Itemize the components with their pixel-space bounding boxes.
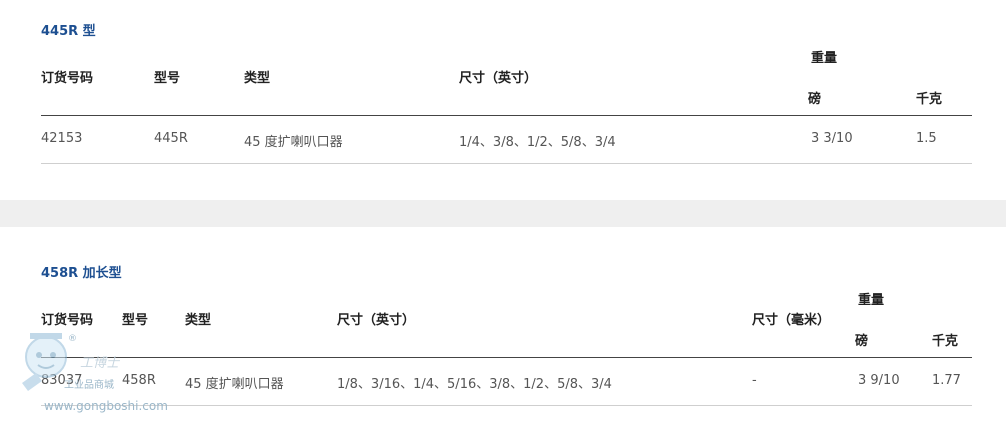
s2-cell-size-mm: - (752, 373, 757, 388)
section-separator (0, 200, 1006, 227)
s2-header-lb: 磅 (855, 334, 869, 349)
s1-cell-model: 445R (154, 131, 188, 146)
s2-cell-kg: 1.77 (932, 373, 961, 388)
s1-header-model: 型号 (154, 71, 181, 86)
s2-cell-lb: 3 9/10 (858, 373, 900, 388)
section1-title: 445R 型 (41, 24, 96, 39)
s1-header-type: 类型 (244, 71, 271, 86)
watermark-caption: 工业品商城 (64, 380, 114, 391)
s1-cell-size-in: 1/4、3/8、1/2、5/8、3/4 (459, 135, 616, 150)
s1-cell-kg: 1.5 (916, 131, 937, 146)
watermark-site-url: www.gongboshi.com (44, 399, 168, 413)
s1-header-lb: 磅 (808, 92, 822, 107)
section2-title: 458R 加长型 (41, 266, 122, 281)
s1-header-kg: 千克 (916, 92, 943, 107)
s1-cell-type: 45 度扩喇叭口器 (244, 135, 343, 150)
s2-header-weight: 重量 (858, 293, 885, 308)
s2-header-kg: 千克 (932, 334, 959, 349)
s2-header-size-mm: 尺寸（毫米） (752, 313, 831, 328)
s1-cell-lb: 3 3/10 (811, 131, 853, 146)
s2-cell-type: 45 度扩喇叭口器 (185, 377, 284, 392)
s1-header-order-no: 订货号码 (41, 71, 94, 86)
watermark-brand-text: 工博士 (80, 356, 120, 371)
s1-cell-order-no: 42153 (41, 131, 83, 146)
watermark-registered-mark: ® (68, 334, 77, 344)
s2-header-divider (41, 357, 972, 358)
s2-header-type: 类型 (185, 313, 212, 328)
s1-header-weight: 重量 (811, 51, 838, 66)
s1-header-divider (41, 115, 972, 116)
s2-header-size-in: 尺寸（英寸） (337, 313, 416, 328)
s2-cell-size-in: 1/8、3/16、1/4、5/16、3/8、1/2、5/8、3/4 (337, 377, 612, 392)
s1-header-size-in: 尺寸（英寸） (459, 71, 538, 86)
s2-row-divider (41, 405, 972, 406)
s1-row-divider (41, 163, 972, 164)
